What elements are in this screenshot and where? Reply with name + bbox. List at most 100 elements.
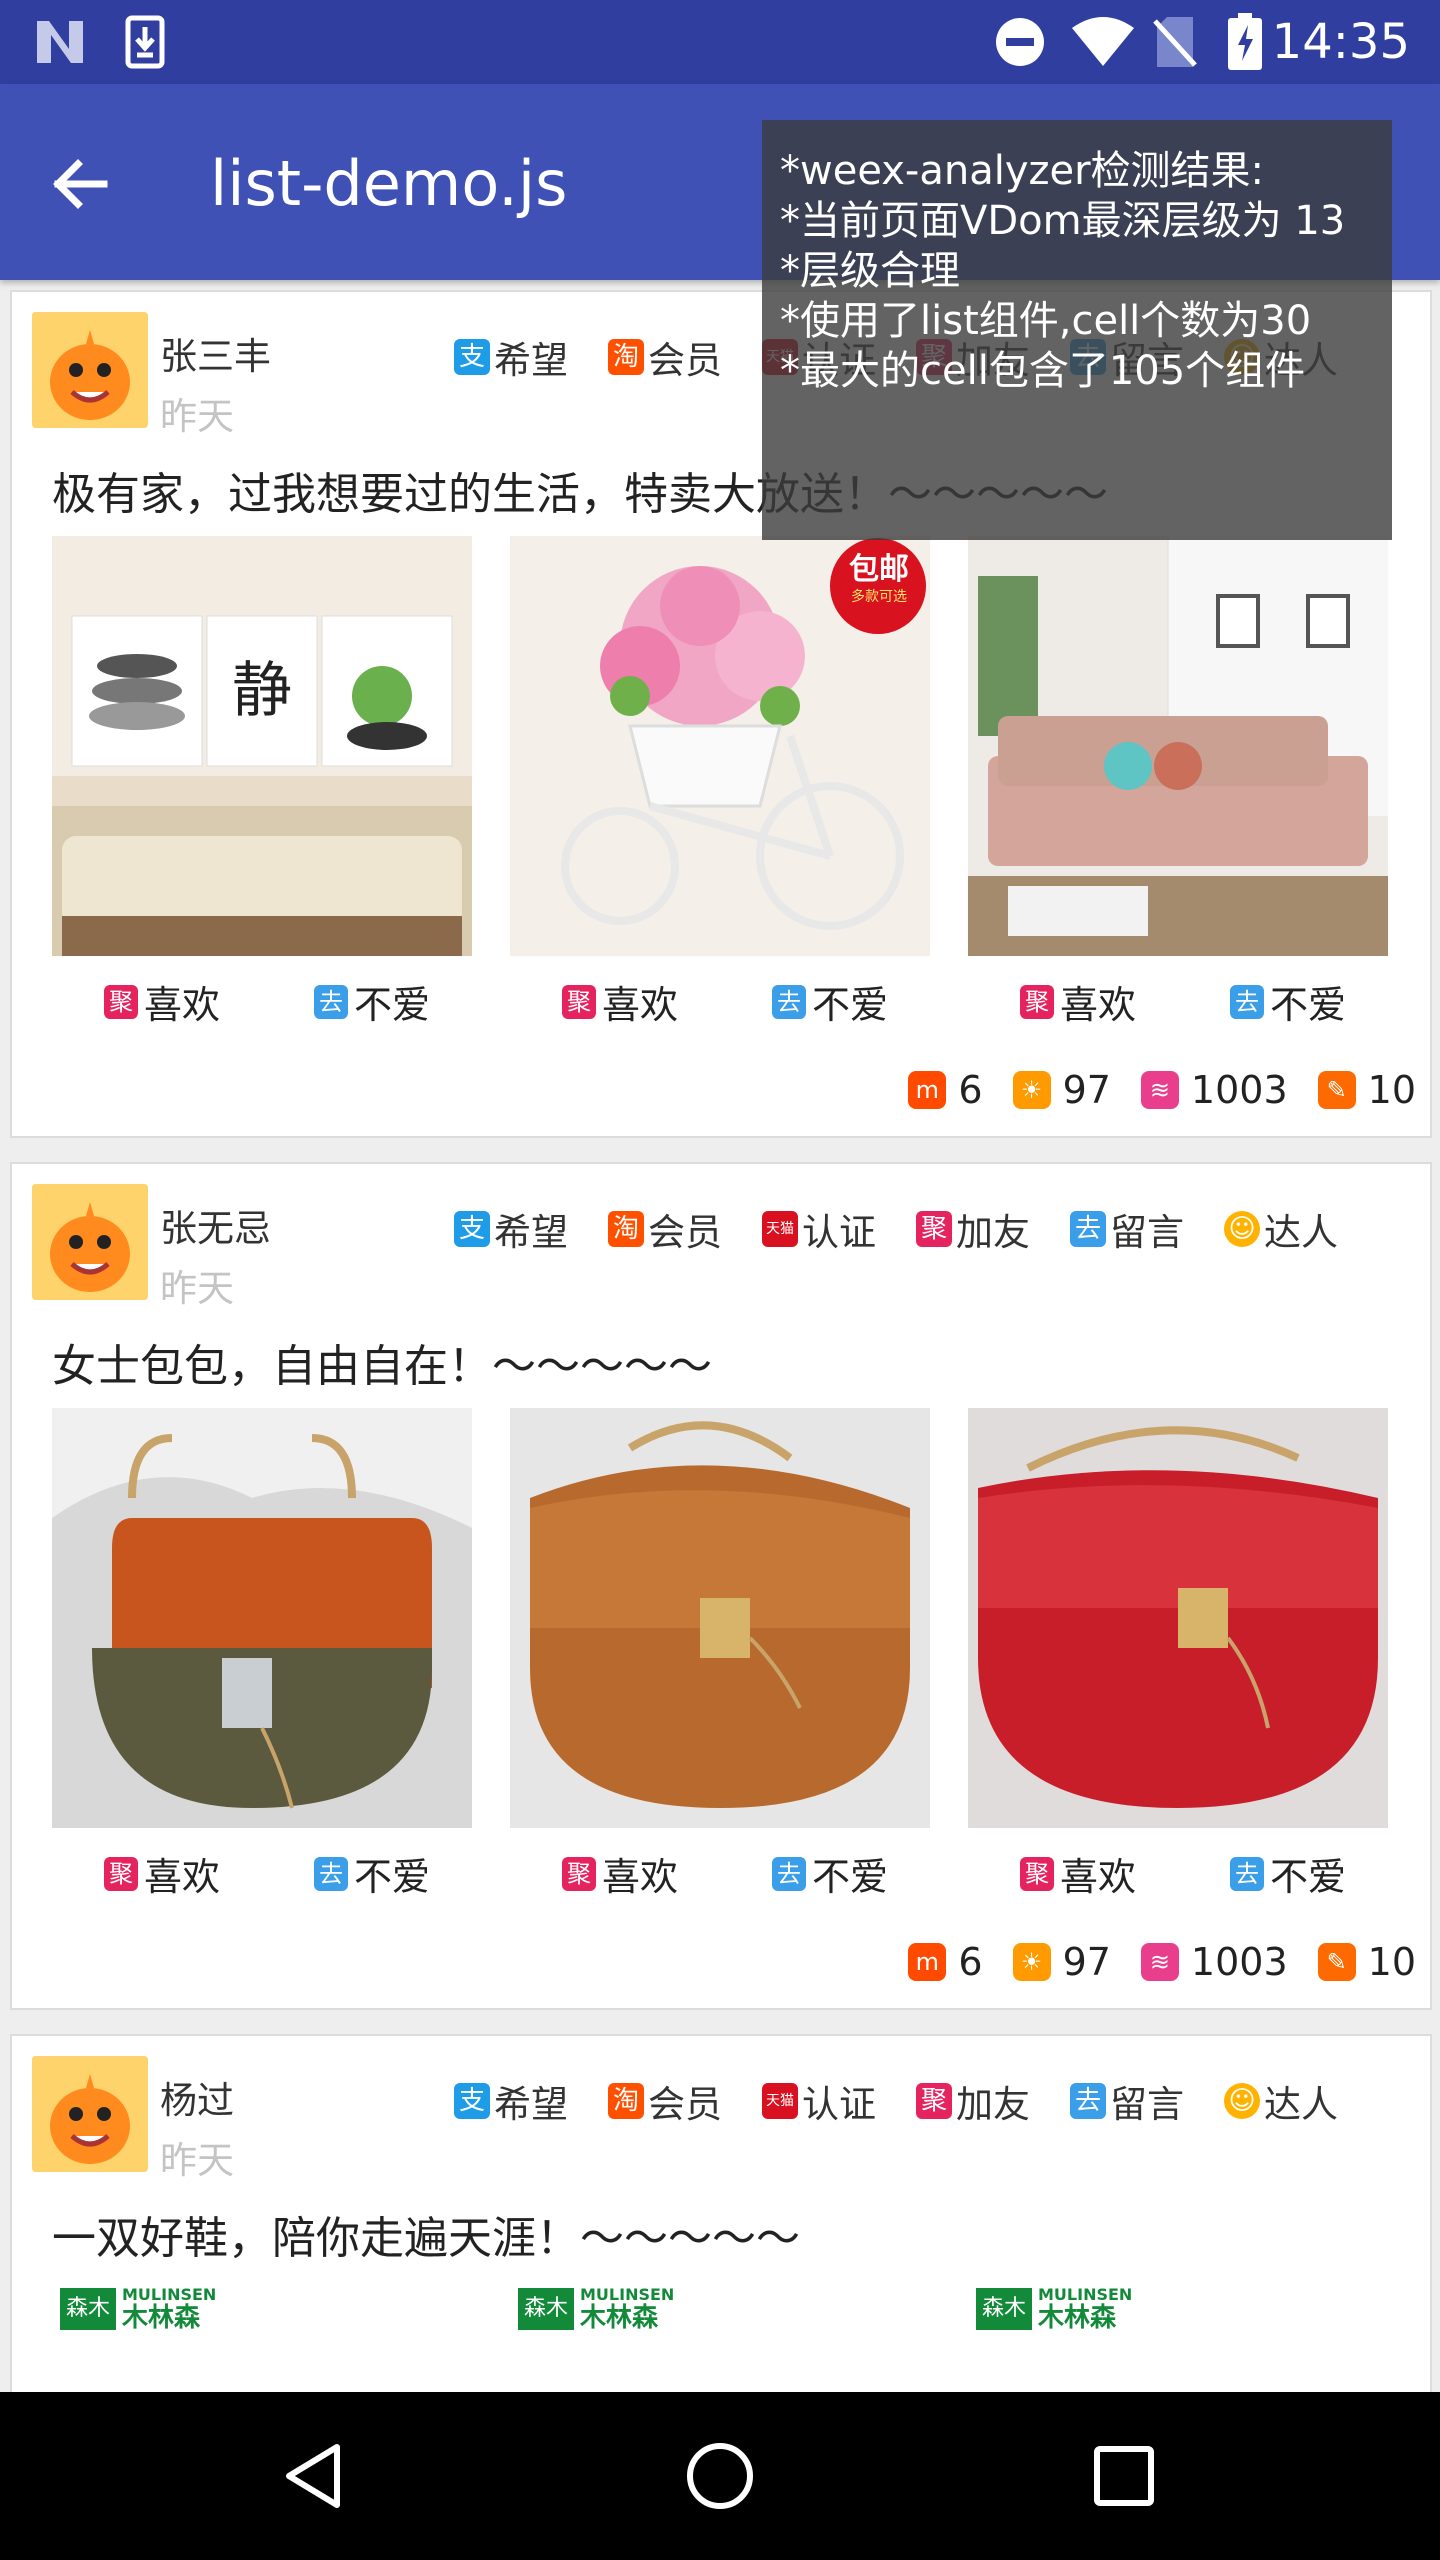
- stats-row: m6 ☀ 97 ≋ 1003 ✎ 10: [878, 1062, 1416, 1118]
- tag-label: 认证: [802, 1211, 876, 1254]
- like-button[interactable]: 聚喜欢: [562, 974, 678, 1029]
- tag-member[interactable]: 淘会员: [608, 330, 722, 384]
- back-arrow-icon[interactable]: [40, 144, 120, 224]
- taobao-icon: 淘: [608, 2083, 644, 2119]
- tag-member[interactable]: 淘会员: [608, 1202, 722, 1256]
- logo-en: MULINSEN: [1038, 2285, 1133, 2304]
- logo-en: MULINSEN: [580, 2285, 675, 2304]
- dislike-button[interactable]: 去不爱: [772, 1846, 888, 1901]
- like-label: 喜欢: [1060, 983, 1137, 1027]
- download-icon: [120, 14, 170, 70]
- analyzer-line: *层级合理: [780, 248, 960, 294]
- dislike-label: 不爱: [1270, 983, 1347, 1027]
- m-icon: m: [908, 1071, 947, 1109]
- free-shipping-badge: 包邮 多款可选: [834, 552, 924, 606]
- brand-logo[interactable]: 森木 MULINSEN 木林森: [518, 2284, 674, 2334]
- alipay-icon: 支: [454, 2083, 490, 2119]
- tag-verify[interactable]: 天猫认证: [762, 2074, 876, 2128]
- stat-value: 97: [1062, 1940, 1111, 1984]
- post-list[interactable]: 张三丰 昨天 支希望 淘会员 天猫认证 聚加友 去留言 ☺达人 极有家，过我想要…: [0, 280, 1440, 2392]
- like-button[interactable]: 聚喜欢: [1020, 1846, 1136, 1901]
- like-label: 喜欢: [144, 1855, 221, 1899]
- logo-cn: 木林森: [1038, 2303, 1117, 2333]
- tag-expert[interactable]: ☺达人: [1224, 2074, 1338, 2128]
- nav-back-icon[interactable]: [266, 2426, 366, 2526]
- tag-label: 达人: [1264, 2083, 1338, 2126]
- navigation-bar: [0, 2392, 1440, 2560]
- stat-item[interactable]: ✎ 10: [1317, 1940, 1416, 1984]
- tag-hope[interactable]: 支希望: [454, 1202, 568, 1256]
- like-button[interactable]: 聚喜欢: [562, 1846, 678, 1901]
- tag-expert[interactable]: ☺达人: [1224, 1202, 1338, 1256]
- avatar[interactable]: [32, 2056, 148, 2172]
- fire-icon: ✎: [1317, 1071, 1356, 1109]
- tag-label: 认证: [802, 2083, 876, 2126]
- logo-mark: 森木: [60, 2288, 116, 2330]
- stat-item[interactable]: ☀ 97: [1012, 1068, 1111, 1112]
- product-image[interactable]: 静: [52, 536, 472, 956]
- user-name[interactable]: 张三丰: [160, 326, 271, 380]
- tag-label: 希望: [494, 2083, 568, 2126]
- stat-item[interactable]: ☀ 97: [1012, 1940, 1111, 1984]
- svg-text:静: 静: [232, 656, 292, 726]
- dislike-button[interactable]: 去不爱: [314, 974, 430, 1029]
- dislike-button[interactable]: 去不爱: [314, 1846, 430, 1901]
- dislike-button[interactable]: 去不爱: [1230, 974, 1346, 1029]
- dislike-button[interactable]: 去不爱: [1230, 1846, 1346, 1901]
- avatar[interactable]: [32, 1184, 148, 1300]
- product-image[interactable]: 包邮 多款可选: [510, 536, 930, 956]
- do-not-disturb-icon: [990, 14, 1050, 70]
- nav-recents-icon[interactable]: [1074, 2426, 1174, 2526]
- product-image[interactable]: [510, 1408, 930, 1828]
- brand-logo[interactable]: 森木 MULINSEN 木林森: [60, 2284, 216, 2334]
- user-name[interactable]: 杨过: [160, 2070, 234, 2124]
- battery-charging-icon: [1222, 13, 1268, 70]
- tag-add-friend[interactable]: 聚加友: [916, 1202, 1030, 1256]
- tag-member[interactable]: 淘会员: [608, 2074, 722, 2128]
- list-item[interactable]: 杨过 昨天 支希望 淘会员 天猫 认证 聚加友 去留言 ☺ 达人 一双好鞋，陪你走遍…: [10, 2034, 1432, 2392]
- stat-item[interactable]: ✎ 10: [1317, 1068, 1416, 1112]
- tag-comment[interactable]: 去留言: [1070, 2074, 1184, 2128]
- stat-item[interactable]: ≋ 1003: [1140, 1940, 1288, 1984]
- ju-icon: 聚: [104, 984, 138, 1019]
- tag-label: 达人: [1264, 1211, 1338, 1254]
- stat-value: 10: [1367, 1940, 1416, 1984]
- avatar[interactable]: [32, 312, 148, 428]
- like-label: 喜欢: [602, 1855, 679, 1899]
- tag-label: 希望: [494, 1211, 568, 1254]
- dislike-button[interactable]: 去不爱: [772, 974, 888, 1029]
- product-image[interactable]: [52, 1408, 472, 1828]
- tag-hope[interactable]: 支希望: [454, 2074, 568, 2128]
- ju-icon: 聚: [1020, 984, 1054, 1019]
- user-name[interactable]: 张无忌: [160, 1198, 271, 1252]
- like-button[interactable]: 聚喜欢: [104, 1846, 220, 1901]
- stat-item[interactable]: m6: [908, 1068, 983, 1112]
- like-button[interactable]: 聚喜欢: [1020, 974, 1136, 1029]
- brand-logo[interactable]: 森木 MULINSEN 木林森: [976, 2284, 1132, 2334]
- tag-comment[interactable]: 去留言: [1070, 1202, 1184, 1256]
- like-button[interactable]: 聚喜欢: [104, 974, 220, 1029]
- product-image[interactable]: [968, 1408, 1388, 1828]
- product-image[interactable]: [968, 536, 1388, 956]
- stat-item[interactable]: ≋ 1003: [1140, 1068, 1288, 1112]
- flame-icon: ☀: [1012, 1943, 1051, 1981]
- tag-label: 加友: [956, 2083, 1030, 2126]
- analyzer-line: *当前页面VDom最深层级为 13: [780, 198, 1346, 244]
- nav-home-icon[interactable]: [670, 2426, 770, 2526]
- qu-icon: 去: [1230, 1856, 1264, 1891]
- qu-icon: 去: [1230, 984, 1264, 1019]
- weex-analyzer-panel[interactable]: *weex-analyzer检测结果: *当前页面VDom最深层级为 13 *层…: [762, 120, 1392, 540]
- tag-label: 希望: [494, 339, 568, 382]
- flame-icon: ☀: [1012, 1071, 1051, 1109]
- logo-mark: 森木: [976, 2288, 1032, 2330]
- tag-verify[interactable]: 天猫认证: [762, 1202, 876, 1256]
- tag-add-friend[interactable]: 聚加友: [916, 2074, 1030, 2128]
- tag-label: 会员: [648, 1211, 722, 1254]
- ju-icon: 聚: [562, 984, 596, 1019]
- tag-hope[interactable]: 支希望: [454, 330, 568, 384]
- alipay-icon: 支: [454, 1211, 490, 1247]
- list-item[interactable]: 张无忌 昨天 支希望 淘会员 天猫 认证 聚加友 去留言 ☺ 达人 女士包包，自由自…: [10, 1162, 1432, 2010]
- qu-icon: 去: [772, 1856, 806, 1891]
- stat-item[interactable]: m6: [908, 1940, 983, 1984]
- m-icon: m: [908, 1943, 947, 1981]
